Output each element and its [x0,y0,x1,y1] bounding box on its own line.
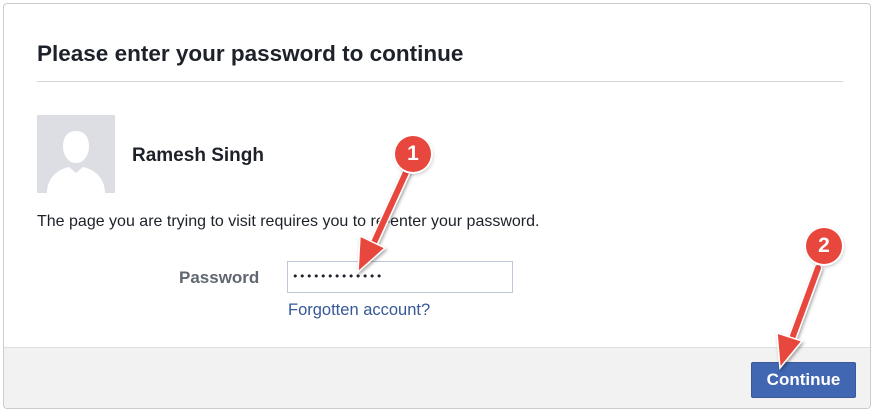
password-input[interactable]: ••••••••••••• [287,261,513,293]
forgotten-account-link[interactable]: Forgotten account? [288,301,430,320]
password-label: Password [179,268,260,287]
reauth-message: The page you are trying to visit require… [37,213,540,230]
default-profile-silhouette-icon [37,115,115,193]
title-divider [37,81,843,82]
step-1-marker: 1 [395,136,431,172]
avatar [37,115,115,193]
step-2-marker: 2 [806,228,842,264]
continue-button[interactable]: Continue [751,362,856,398]
user-name: Ramesh Singh [132,145,264,166]
dialog-title: Please enter your password to continue [37,41,464,66]
reauth-dialog: Please enter your password to continue R… [3,3,871,409]
dialog-footer: Continue [4,347,870,408]
